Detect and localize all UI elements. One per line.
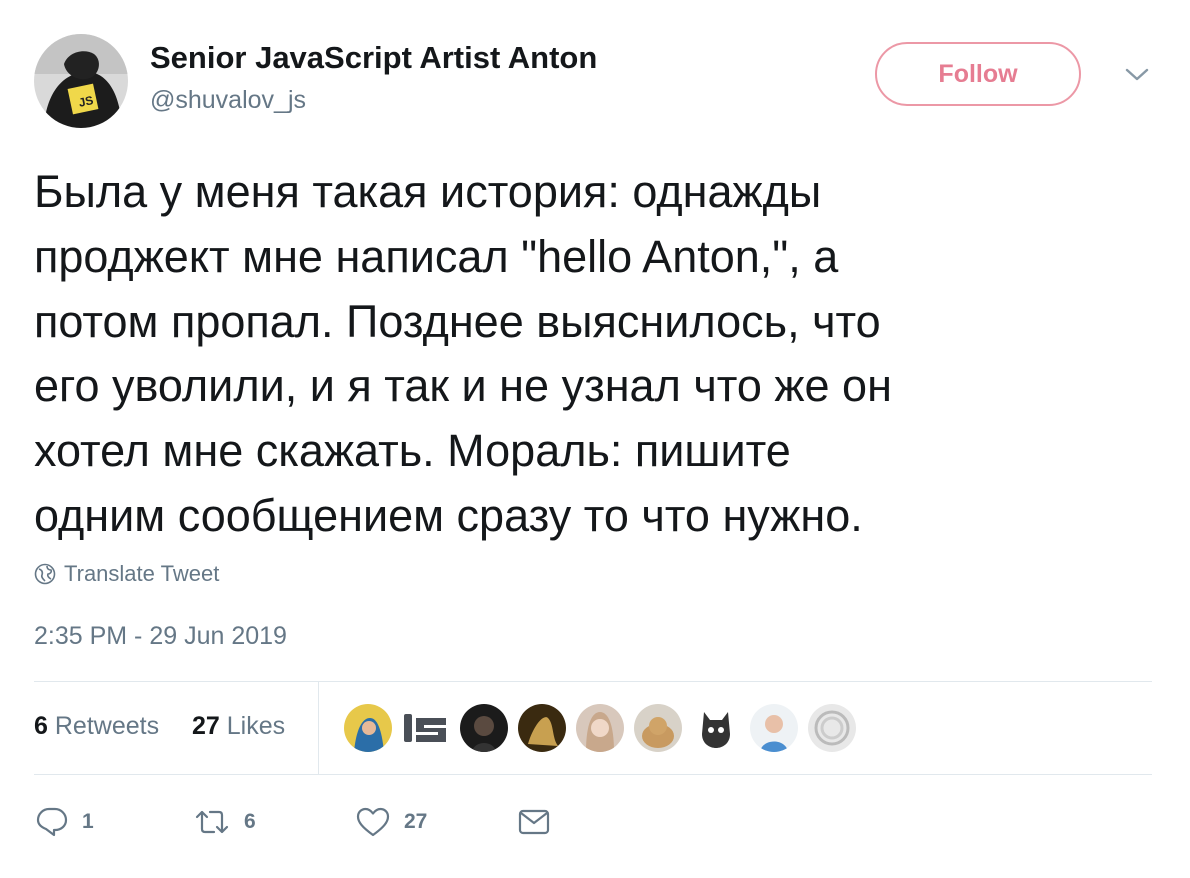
retweet-button[interactable]: 6 [194, 804, 256, 840]
liker-avatar[interactable] [518, 704, 566, 752]
chevron-down-icon[interactable] [1124, 66, 1150, 84]
liker-avatar[interactable] [692, 704, 740, 752]
direct-message-button[interactable] [518, 804, 550, 840]
liker-avatar[interactable] [634, 704, 682, 752]
author-handle[interactable]: @shuvalov_js [150, 86, 306, 115]
retweets-label: Retweets [54, 712, 160, 740]
follow-button[interactable]: Follow [875, 42, 1081, 106]
liker-avatar[interactable] [460, 704, 508, 752]
likes-count: 27 [192, 712, 220, 740]
retweet-count: 6 [244, 810, 256, 833]
tweet-text-line: проджект мне написал "hello Anton,", а [34, 230, 839, 282]
envelope-icon [518, 809, 550, 835]
heart-icon [356, 807, 390, 837]
tweet-text-line: хотел мне скажать. Мораль: пишите [34, 425, 791, 477]
translate-tweet-link[interactable]: Translate Tweet [34, 560, 219, 588]
globe-icon [34, 563, 56, 585]
reply-button[interactable]: 1 [36, 804, 94, 840]
liker-avatar[interactable] [344, 704, 392, 752]
like-count: 27 [404, 810, 428, 833]
author-avatar[interactable]: JS [34, 34, 128, 128]
likes-label: Likes [226, 712, 286, 740]
likes-stat[interactable]: 27 Likes [192, 712, 285, 741]
liker-avatar[interactable] [576, 704, 624, 752]
like-button[interactable]: 27 [356, 804, 427, 840]
liker-avatar[interactable] [808, 704, 856, 752]
translate-tweet-label: Translate Tweet [64, 561, 220, 586]
svg-text:JS: JS [77, 93, 94, 110]
tweet-text-line: одним сообщением сразу то что нужно. [34, 489, 863, 541]
liker-avatar[interactable] [750, 704, 798, 752]
divider [34, 774, 1152, 775]
divider [34, 681, 1152, 682]
author-avatar-image: JS [34, 34, 128, 128]
liker-avatar[interactable] [402, 704, 450, 752]
tweet-text-line: потом пропал. Позднее выяснилось, что [34, 295, 881, 347]
author-display-name[interactable]: Senior JavaScript Artist Anton [150, 40, 597, 76]
divider [318, 682, 319, 774]
tweet-text: Была у меня такая история: однажды продж… [34, 160, 1154, 549]
reply-icon [36, 807, 68, 837]
tweet-timestamp[interactable]: 2:35 PM - 29 Jun 2019 [34, 622, 287, 651]
reply-count: 1 [82, 810, 94, 833]
retweet-icon [195, 810, 229, 834]
retweets-count: 6 [34, 712, 48, 740]
tweet-text-line: его уволили, и я так и не узнал что же о… [34, 360, 892, 412]
retweets-stat[interactable]: 6 Retweets [34, 712, 159, 741]
tweet-text-line: Была у меня такая история: однажды [34, 166, 822, 217]
